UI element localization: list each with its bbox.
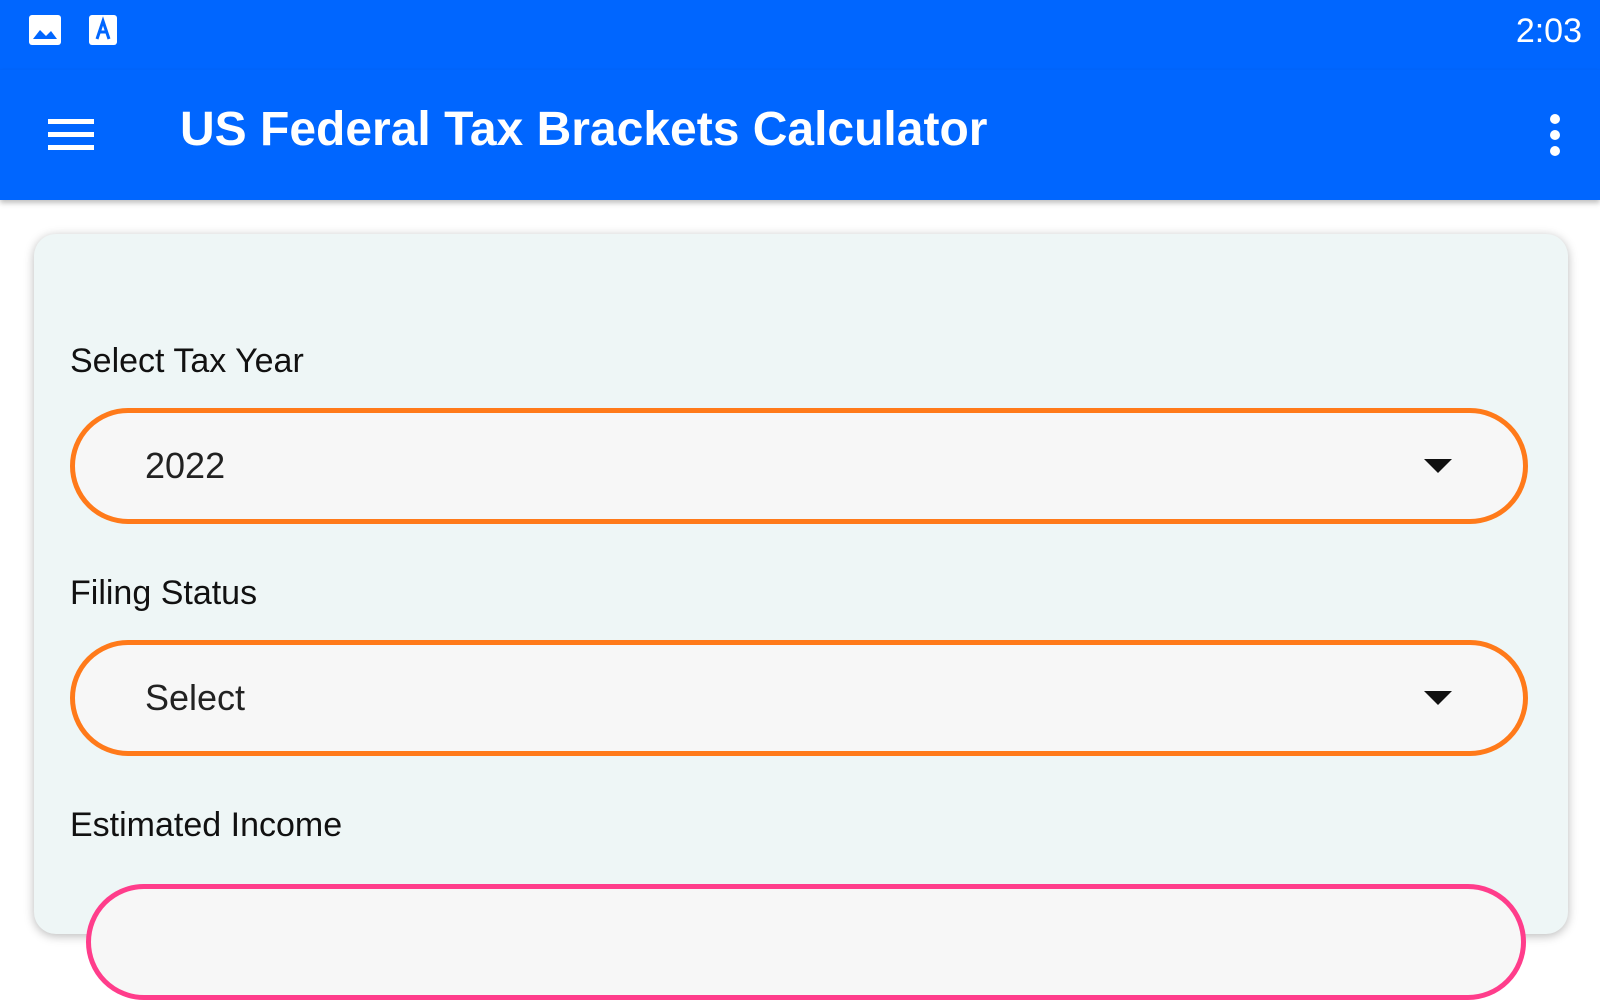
status-time: 2:03 xyxy=(1515,12,1582,50)
chevron-down-icon xyxy=(1423,458,1453,474)
filing-status-label: Filing Status xyxy=(70,574,258,612)
app-bar: US Federal Tax Brackets Calculator xyxy=(0,70,1600,200)
page-title: US Federal Tax Brackets Calculator xyxy=(180,103,988,156)
more-vert-icon[interactable] xyxy=(1530,98,1580,172)
tax-year-dropdown[interactable]: 2022 xyxy=(70,408,1528,524)
form-card: Select Tax Year 2022 Filing Status Selec… xyxy=(34,234,1568,1000)
filing-status-value: Select xyxy=(145,677,246,718)
image-notification-icon xyxy=(28,14,62,46)
filing-status-dropdown[interactable]: Select xyxy=(70,640,1528,756)
tax-year-value: 2022 xyxy=(145,445,226,486)
estimated-income-label: Estimated Income xyxy=(70,806,343,844)
hamburger-menu-icon[interactable] xyxy=(36,106,106,164)
chevron-down-icon xyxy=(1423,690,1453,706)
tax-year-label: Select Tax Year xyxy=(70,342,304,380)
text-notification-icon xyxy=(88,14,118,46)
status-bar: 2:03 xyxy=(0,0,1600,70)
estimated-income-input[interactable] xyxy=(86,884,1526,1000)
